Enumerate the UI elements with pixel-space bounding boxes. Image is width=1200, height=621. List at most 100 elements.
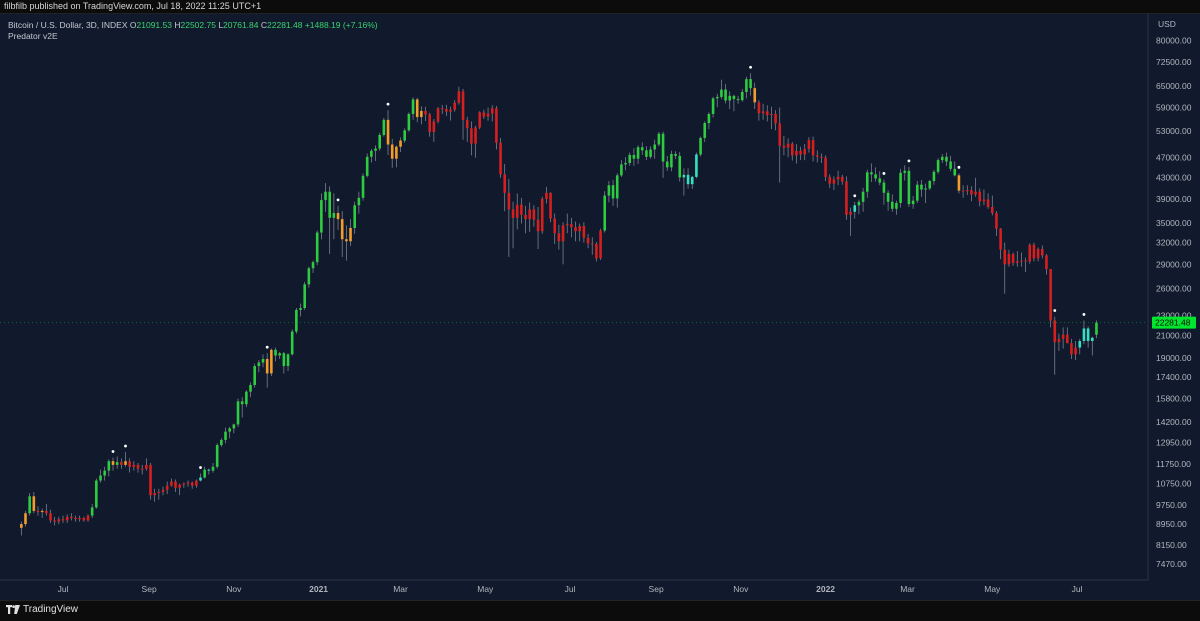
candle-body bbox=[49, 513, 52, 521]
candle-body bbox=[453, 102, 457, 110]
candle-body bbox=[257, 362, 261, 367]
candle-body bbox=[899, 172, 902, 203]
candle-body bbox=[357, 197, 361, 206]
candle-body bbox=[524, 214, 527, 220]
candle-body bbox=[849, 211, 852, 215]
candle-body bbox=[349, 227, 352, 242]
candle-body bbox=[640, 147, 644, 151]
candle-body bbox=[1011, 253, 1015, 263]
candle-body bbox=[857, 201, 861, 206]
candle-body bbox=[90, 507, 94, 516]
candle-body bbox=[728, 95, 732, 101]
candle-body bbox=[565, 224, 569, 226]
candle-body bbox=[761, 111, 765, 114]
last-price-label: 22281.48 bbox=[1155, 318, 1191, 328]
candle-body bbox=[470, 128, 473, 144]
change-value: +1488.19 (+7.16%) bbox=[304, 20, 378, 30]
signal-dot bbox=[386, 102, 390, 106]
candle-body bbox=[874, 174, 877, 179]
candle-body bbox=[832, 179, 836, 184]
candle-body bbox=[345, 239, 348, 242]
candle-body bbox=[228, 428, 231, 432]
time-tick-label: Mar bbox=[900, 584, 915, 594]
candle-body bbox=[307, 268, 311, 285]
candle-body bbox=[24, 513, 27, 525]
candle-body bbox=[778, 123, 782, 146]
candle-body bbox=[795, 150, 798, 156]
price-tick-label: 17400.00 bbox=[1156, 372, 1192, 382]
time-tick-label: Nov bbox=[733, 584, 749, 594]
candle-body bbox=[311, 262, 315, 269]
candlestick-chart[interactable]: USD 80000.00 72500.00 65000.00 59000.00 53000… bbox=[0, 14, 1200, 600]
candle-body bbox=[811, 140, 815, 156]
candle-body bbox=[845, 181, 848, 215]
candle-body bbox=[532, 209, 536, 220]
candle-body bbox=[461, 91, 465, 120]
candle-body bbox=[961, 190, 965, 192]
indicator-label[interactable]: Predator v2E bbox=[8, 31, 378, 41]
candle-body bbox=[1007, 253, 1011, 265]
candle-body bbox=[740, 91, 744, 101]
candle-body bbox=[657, 133, 661, 145]
candle-body bbox=[486, 113, 490, 117]
candle-body bbox=[615, 175, 619, 199]
candle-body bbox=[915, 184, 919, 201]
price-tick-label: 47000.00 bbox=[1156, 153, 1192, 163]
signal-dot bbox=[124, 444, 127, 448]
candle-body bbox=[395, 146, 398, 159]
candle-body bbox=[682, 174, 686, 178]
candle-body bbox=[140, 468, 144, 470]
candle-body bbox=[632, 154, 636, 159]
candle-body bbox=[911, 200, 915, 205]
candle-body bbox=[770, 113, 773, 116]
candle-body bbox=[145, 464, 148, 469]
candle-body bbox=[290, 331, 294, 355]
candle-body bbox=[965, 190, 969, 192]
candle-body bbox=[178, 484, 181, 488]
candle-body bbox=[507, 192, 511, 210]
candle-body bbox=[153, 493, 156, 496]
currency-label: USD bbox=[1158, 19, 1176, 29]
candle-body bbox=[670, 154, 673, 168]
candle-body bbox=[128, 461, 131, 467]
candle-body bbox=[403, 130, 407, 141]
candle-body bbox=[603, 195, 607, 231]
candle-body bbox=[699, 137, 702, 155]
tradingview-logo[interactable]: TradingView bbox=[6, 604, 78, 615]
candle-body bbox=[440, 108, 444, 110]
candle-body bbox=[549, 192, 552, 219]
candle-body bbox=[270, 349, 273, 374]
price-tick-label: 8950.00 bbox=[1156, 519, 1187, 529]
candle-body bbox=[578, 226, 582, 232]
signal-dot bbox=[957, 165, 961, 169]
tradingview-icon bbox=[6, 605, 20, 614]
candle-body bbox=[1086, 328, 1090, 342]
candle-body bbox=[407, 113, 411, 131]
chart-area[interactable]: Bitcoin / U.S. Dollar, 3D, INDEX O21091.… bbox=[0, 14, 1200, 600]
candle-body bbox=[736, 99, 740, 101]
candle-body bbox=[1032, 244, 1036, 259]
candle-body bbox=[449, 109, 452, 112]
price-tick-label: 29000.00 bbox=[1156, 259, 1192, 269]
candle-body bbox=[503, 174, 507, 193]
candle-body bbox=[61, 519, 65, 521]
candle-body bbox=[40, 510, 44, 513]
candle-body bbox=[53, 520, 56, 522]
candle-body bbox=[653, 144, 657, 150]
signal-dot bbox=[336, 198, 340, 202]
candle-body bbox=[1078, 341, 1082, 348]
candle-body bbox=[690, 176, 694, 185]
candle-body bbox=[674, 154, 677, 156]
price-tick-label: 15800.00 bbox=[1156, 394, 1192, 404]
candle-body bbox=[428, 114, 432, 133]
candle-body bbox=[120, 462, 123, 465]
candle-body bbox=[749, 79, 752, 89]
time-tick-label: May bbox=[477, 584, 494, 594]
candle-body bbox=[378, 134, 382, 149]
candle-body bbox=[220, 439, 223, 446]
candle-body bbox=[107, 461, 111, 471]
candle-body bbox=[807, 140, 811, 149]
candle-body bbox=[20, 524, 23, 528]
signal-dot bbox=[853, 194, 857, 198]
candle-body bbox=[574, 227, 577, 232]
